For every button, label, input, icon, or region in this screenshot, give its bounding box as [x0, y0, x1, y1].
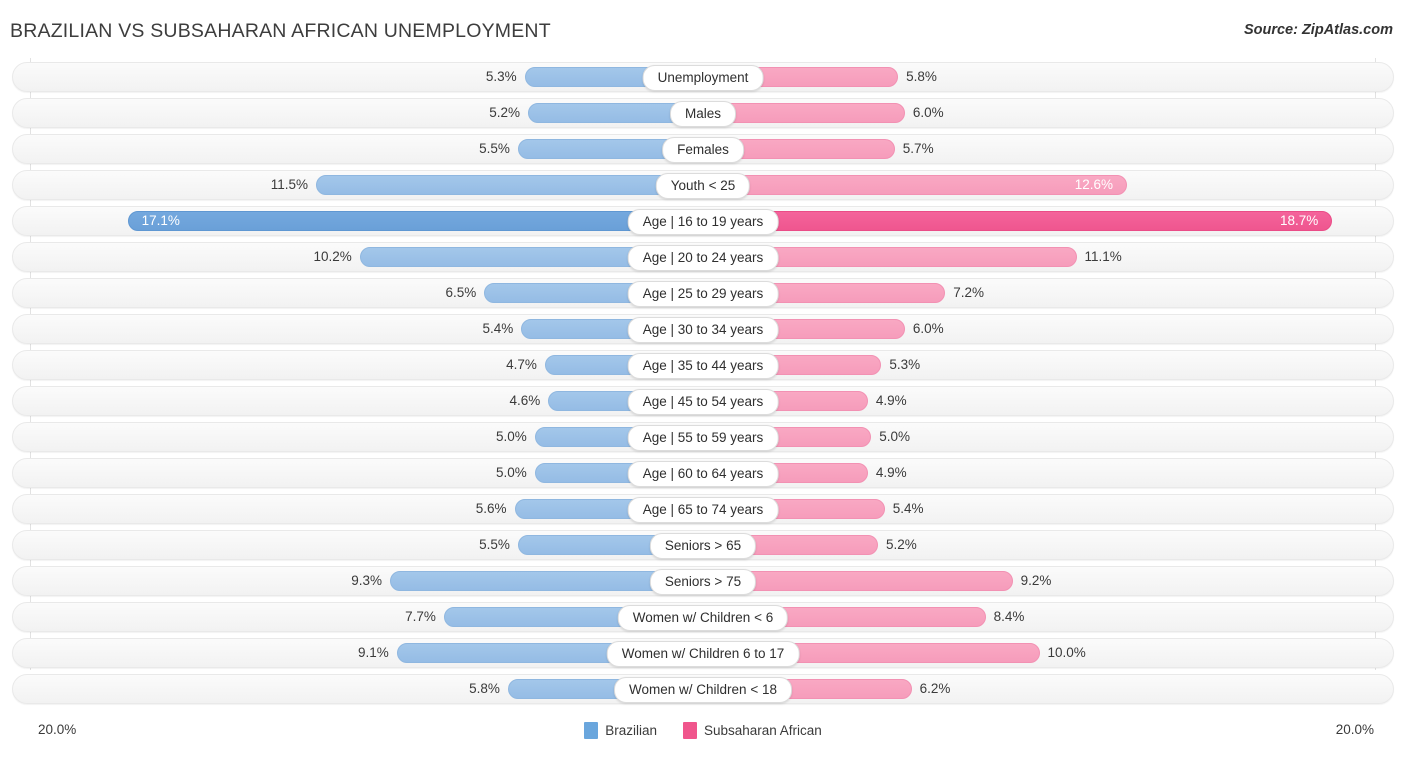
row-category-label: Males: [669, 101, 737, 127]
row-category-label: Age | 35 to 44 years: [627, 353, 779, 379]
row-category-label: Age | 16 to 19 years: [627, 209, 779, 235]
value-label-brazilian: 10.2%: [313, 249, 352, 264]
chart-row: 4.7% 5.3% Age | 35 to 44 years: [0, 350, 1406, 380]
bar-brazilian: [316, 175, 703, 195]
chart-row: 5.4% 6.0% Age | 30 to 34 years: [0, 314, 1406, 344]
row-category-label: Age | 60 to 64 years: [627, 461, 779, 487]
row-category-label: Age | 45 to 54 years: [627, 389, 779, 415]
legend-label: Brazilian: [605, 723, 657, 738]
bar-subsaharan-african: [703, 211, 1333, 231]
value-label-subsaharan-african: 5.4%: [892, 501, 924, 516]
value-label-brazilian: 5.0%: [495, 465, 527, 480]
chart-row: 6.5% 7.2% Age | 25 to 29 years: [0, 278, 1406, 308]
value-label-subsaharan-african: 7.2%: [953, 285, 985, 300]
row-category-label: Youth < 25: [655, 173, 751, 199]
chart-row: 17.1% 18.7% Age | 16 to 19 years: [0, 206, 1406, 236]
chart-row: 5.0% 5.0% Age | 55 to 59 years: [0, 422, 1406, 452]
value-label-subsaharan-african: 8.4%: [993, 609, 1025, 624]
chart-row: 10.2% 11.1% Age | 20 to 24 years: [0, 242, 1406, 272]
chart-row: 5.3% 5.8% Unemployment: [0, 62, 1406, 92]
legend-item[interactable]: Subsaharan African: [682, 722, 822, 739]
value-label-brazilian: 5.0%: [495, 429, 527, 444]
row-category-label: Women w/ Children < 6: [617, 605, 789, 631]
page-title: BRAZILIAN VS SUBSAHARAN AFRICAN UNEMPLOY…: [10, 20, 551, 42]
row-category-label: Women w/ Children < 18: [614, 677, 792, 703]
row-category-label: Seniors > 65: [649, 533, 757, 559]
value-label-subsaharan-african: 5.2%: [885, 537, 917, 552]
value-label-subsaharan-african: 5.3%: [889, 357, 921, 372]
value-label-brazilian: 5.4%: [482, 321, 514, 336]
legend-swatch-icon: [682, 722, 697, 739]
value-label-subsaharan-african: 10.0%: [1047, 645, 1086, 660]
value-label-subsaharan-african: 6.0%: [912, 321, 944, 336]
row-category-label: Age | 65 to 74 years: [627, 497, 779, 523]
chart-footer: 20.0% 20.0% Brazilian Subsaharan African: [0, 718, 1406, 757]
bar-subsaharan-african: [703, 175, 1127, 195]
bar-brazilian: [127, 211, 703, 231]
chart-row: 5.5% 5.7% Females: [0, 134, 1406, 164]
value-label-subsaharan-african: 11.1%: [1084, 249, 1122, 264]
row-category-label: Age | 55 to 59 years: [627, 425, 779, 451]
value-label-subsaharan-african: 4.9%: [875, 393, 907, 408]
row-category-label: Women w/ Children 6 to 17: [606, 641, 800, 667]
chart-row: 5.6% 5.4% Age | 65 to 74 years: [0, 494, 1406, 524]
chart-page: BRAZILIAN VS SUBSAHARAN AFRICAN UNEMPLOY…: [0, 0, 1406, 757]
chart-row: 5.5% 5.2% Seniors > 65: [0, 530, 1406, 560]
chart-body: 5.3% 5.8% Unemployment 5.2% 6.0% Males 5.5% 5.7…: [0, 58, 1406, 718]
value-label-subsaharan-african: 18.7%: [1279, 213, 1319, 228]
value-label-brazilian: 4.7%: [506, 357, 537, 372]
value-label-brazilian: 6.5%: [445, 285, 477, 300]
value-label-subsaharan-african: 5.7%: [902, 141, 934, 156]
chart-row: 4.6% 4.9% Age | 45 to 54 years: [0, 386, 1406, 416]
value-label-brazilian: 4.6%: [509, 393, 541, 408]
legend-item[interactable]: Brazilian: [584, 722, 657, 739]
value-label-brazilian: 11.5%: [270, 177, 309, 192]
chart-row: 5.8% 6.2% Women w/ Children < 18: [0, 674, 1406, 704]
chart-row: 7.7% 8.4% Women w/ Children < 6: [0, 602, 1406, 632]
value-label-brazilian: 5.5%: [479, 537, 510, 552]
chart-row: 11.5% 12.6% Youth < 25: [0, 170, 1406, 200]
legend-label: Subsaharan African: [703, 723, 822, 738]
chart-rows: 5.3% 5.8% Unemployment 5.2% 6.0% Males 5.5% 5.7…: [0, 62, 1406, 710]
chart-row: 5.2% 6.0% Males: [0, 98, 1406, 128]
value-label-brazilian: 5.6%: [475, 501, 507, 516]
value-label-brazilian: 5.2%: [489, 105, 521, 120]
value-label-subsaharan-african: 12.6%: [1074, 177, 1113, 192]
value-label-brazilian: 17.1%: [141, 213, 180, 228]
row-category-label: Age | 20 to 24 years: [627, 245, 779, 271]
value-label-brazilian: 5.8%: [469, 681, 500, 696]
row-category-label: Females: [662, 137, 744, 163]
row-category-label: Seniors > 75: [649, 569, 757, 595]
value-label-brazilian: 9.3%: [351, 573, 383, 588]
value-label-subsaharan-african: 5.8%: [906, 69, 937, 84]
row-category-label: Age | 30 to 34 years: [627, 317, 779, 343]
chart-legend: Brazilian Subsaharan African: [0, 722, 1406, 739]
value-label-brazilian: 7.7%: [405, 609, 436, 624]
row-category-label: Unemployment: [642, 65, 764, 91]
page-header: BRAZILIAN VS SUBSAHARAN AFRICAN UNEMPLOY…: [0, 0, 1406, 58]
value-label-subsaharan-african: 6.0%: [912, 105, 944, 120]
value-label-subsaharan-african: 9.2%: [1020, 573, 1052, 588]
value-label-brazilian: 9.1%: [358, 645, 389, 660]
row-category-label: Age | 25 to 29 years: [627, 281, 779, 307]
value-label-brazilian: 5.3%: [485, 69, 517, 84]
value-label-subsaharan-african: 4.9%: [875, 465, 907, 480]
chart-row: 5.0% 4.9% Age | 60 to 64 years: [0, 458, 1406, 488]
legend-swatch-icon: [584, 722, 599, 739]
value-label-subsaharan-african: 5.0%: [879, 429, 911, 444]
value-label-brazilian: 5.5%: [479, 141, 510, 156]
value-label-subsaharan-african: 6.2%: [919, 681, 951, 696]
source-attribution: Source: ZipAtlas.com: [1243, 22, 1393, 38]
chart-row: 9.1% 10.0% Women w/ Children 6 to 17: [0, 638, 1406, 668]
chart-row: 9.3% 9.2% Seniors > 75: [0, 566, 1406, 596]
